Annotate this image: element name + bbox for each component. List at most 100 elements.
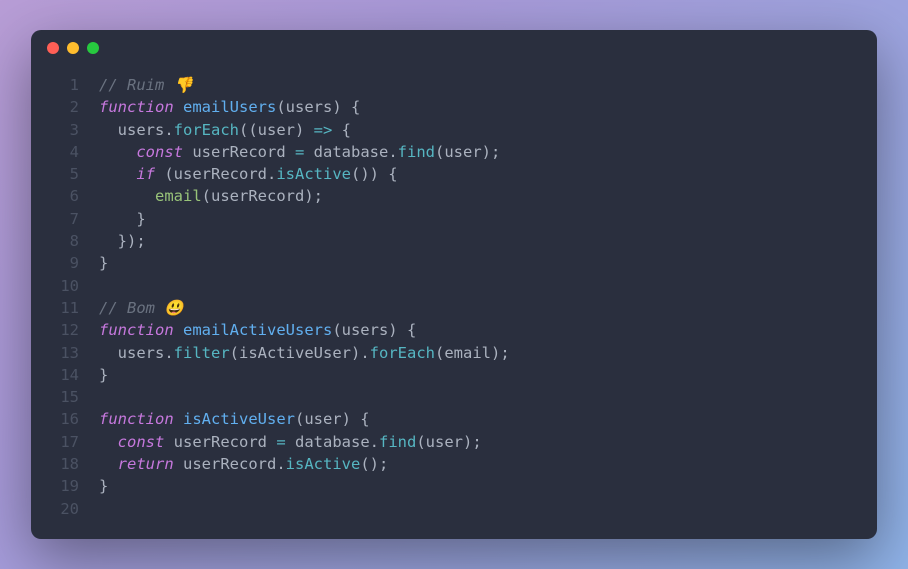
code-token: => [314, 121, 333, 139]
code-token: find [398, 143, 435, 161]
code-token [99, 433, 118, 451]
code-line[interactable] [99, 386, 877, 408]
code-line[interactable]: return userRecord.isActive(); [99, 453, 877, 475]
code-line[interactable]: // Ruim 👎 [99, 74, 877, 96]
code-line[interactable]: } [99, 364, 877, 386]
code-token: user [258, 121, 295, 139]
code-content[interactable]: // Ruim 👎 function emailUsers(users) { us… [99, 74, 877, 523]
code-token: (( [239, 121, 258, 139]
code-token: (users) { [332, 321, 416, 339]
code-token: (email); [435, 344, 510, 362]
code-token: . [276, 455, 285, 473]
line-number: 3 [31, 119, 79, 141]
line-number: 1 [31, 74, 79, 96]
close-icon[interactable] [47, 42, 59, 54]
line-number: 16 [31, 408, 79, 430]
code-token: isActive [276, 165, 351, 183]
code-token: = [276, 433, 285, 451]
code-token: emailActiveUsers [183, 321, 332, 339]
line-number: 6 [31, 185, 79, 207]
code-line[interactable]: if (userRecord.isActive()) { [99, 163, 877, 185]
code-token: email [155, 187, 202, 205]
code-token: function [99, 98, 174, 116]
code-token: (isActiveUser) [230, 344, 361, 362]
line-number: 17 [31, 431, 79, 453]
code-token: // Bom 😃 [99, 299, 184, 317]
line-number: 18 [31, 453, 79, 475]
code-line[interactable]: const userRecord = database.find(user); [99, 141, 877, 163]
line-number: 12 [31, 319, 79, 341]
line-number: 9 [31, 252, 79, 274]
code-token: const [118, 433, 165, 451]
code-token: { [332, 121, 351, 139]
code-token: . [370, 433, 379, 451]
code-line[interactable]: } [99, 252, 877, 274]
code-token: forEach [174, 121, 239, 139]
line-number: 2 [31, 96, 79, 118]
code-token: } [99, 366, 108, 384]
code-editor[interactable]: 1234567891011121314151617181920 // Ruim … [31, 66, 877, 539]
code-line[interactable]: }); [99, 230, 877, 252]
code-token: (user); [416, 433, 481, 451]
code-token: }); [99, 232, 146, 250]
code-line[interactable]: users.filter(isActiveUser).forEach(email… [99, 342, 877, 364]
code-token: isActiveUser [183, 410, 295, 428]
code-line[interactable]: } [99, 208, 877, 230]
code-token: (user) { [295, 410, 370, 428]
line-number: 7 [31, 208, 79, 230]
code-window: 1234567891011121314151617181920 // Ruim … [31, 30, 877, 539]
code-token: (); [360, 455, 388, 473]
code-token: users [99, 121, 164, 139]
line-number: 13 [31, 342, 79, 364]
code-token: ()) { [351, 165, 398, 183]
code-token: = [295, 143, 304, 161]
code-token: (user); [435, 143, 500, 161]
code-token: function [99, 321, 174, 339]
code-token [174, 410, 183, 428]
line-number: 19 [31, 475, 79, 497]
code-token: find [379, 433, 416, 451]
line-number: 10 [31, 275, 79, 297]
code-token: (users) { [276, 98, 360, 116]
code-token: function [99, 410, 174, 428]
minimize-icon[interactable] [67, 42, 79, 54]
code-token [99, 165, 136, 183]
code-line[interactable]: email(userRecord); [99, 185, 877, 207]
code-line[interactable]: const userRecord = database.find(user); [99, 431, 877, 453]
code-line[interactable]: function emailUsers(users) { [99, 96, 877, 118]
line-number: 11 [31, 297, 79, 319]
code-line[interactable]: function emailActiveUsers(users) { [99, 319, 877, 341]
code-token: const [136, 143, 183, 161]
code-token: . [164, 121, 173, 139]
code-line[interactable]: } [99, 475, 877, 497]
code-token: . [267, 165, 276, 183]
maximize-icon[interactable] [87, 42, 99, 54]
code-token: ) [295, 121, 314, 139]
code-token: // Ruim 👎 [99, 76, 193, 94]
code-token: filter [174, 344, 230, 362]
window-titlebar [31, 30, 877, 66]
code-token: userRecord [164, 433, 276, 451]
line-number: 15 [31, 386, 79, 408]
code-token: database [286, 433, 370, 451]
code-token: database [304, 143, 388, 161]
code-token: userRecord [183, 143, 295, 161]
code-token [99, 455, 118, 473]
code-token: (userRecord [155, 165, 267, 183]
code-line[interactable] [99, 275, 877, 297]
code-line[interactable] [99, 498, 877, 520]
code-line[interactable]: // Bom 😃 [99, 297, 877, 319]
code-token: } [99, 254, 108, 272]
code-token: . [360, 344, 369, 362]
line-number: 4 [31, 141, 79, 163]
line-number: 20 [31, 498, 79, 520]
line-number-gutter: 1234567891011121314151617181920 [31, 74, 99, 523]
code-line[interactable]: users.forEach((user) => { [99, 119, 877, 141]
code-token: return [118, 455, 174, 473]
code-token: if [136, 165, 155, 183]
code-line[interactable]: function isActiveUser(user) { [99, 408, 877, 430]
code-token: } [99, 477, 108, 495]
code-token: (userRecord); [202, 187, 323, 205]
code-token: . [388, 143, 397, 161]
code-token: users [99, 344, 164, 362]
